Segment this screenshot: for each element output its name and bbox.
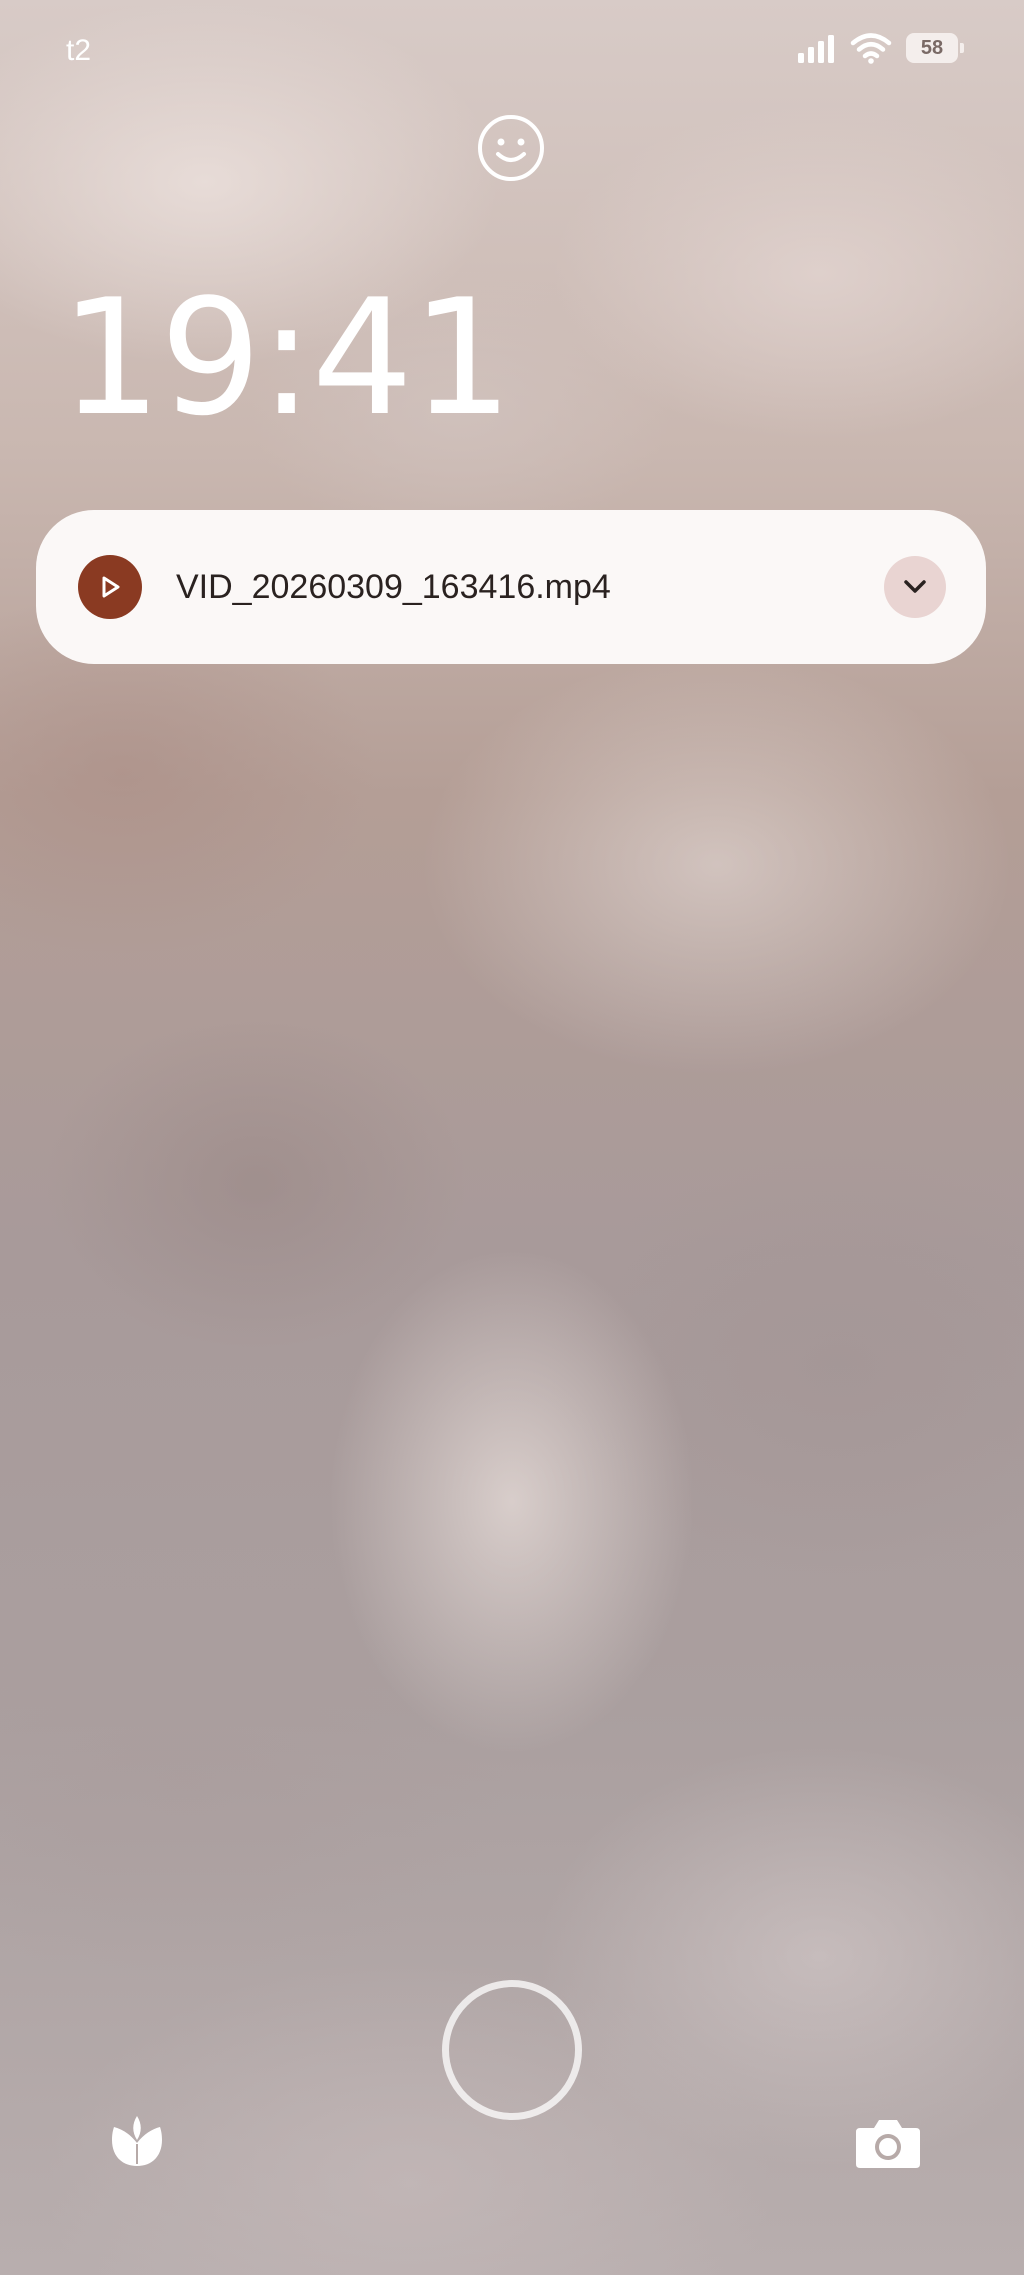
fingerprint-unlock-ring[interactable] (442, 1980, 582, 2120)
play-icon (102, 576, 120, 598)
expand-notification-button[interactable] (884, 556, 946, 618)
status-icons: 58 (796, 32, 964, 64)
flower-icon[interactable] (104, 2110, 170, 2176)
camera-icon[interactable] (854, 2114, 922, 2172)
status-bar: t2 58 (0, 0, 1024, 100)
signal-bars-icon (798, 35, 834, 63)
chevron-down-icon (904, 580, 926, 593)
battery-level: 58 (920, 36, 944, 59)
notification-app-icon (78, 555, 142, 619)
carrier-label: t2 (66, 34, 92, 67)
lockscreen-clock: 19:41 (60, 264, 513, 451)
notification-title: VID_20260309_163416.mp4 (176, 567, 611, 606)
wifi-icon (850, 33, 892, 64)
smiley-face-icon[interactable] (477, 114, 545, 182)
media-notification[interactable]: VID_20260309_163416.mp4 (36, 510, 986, 664)
battery-indicator: 58 (906, 33, 964, 63)
